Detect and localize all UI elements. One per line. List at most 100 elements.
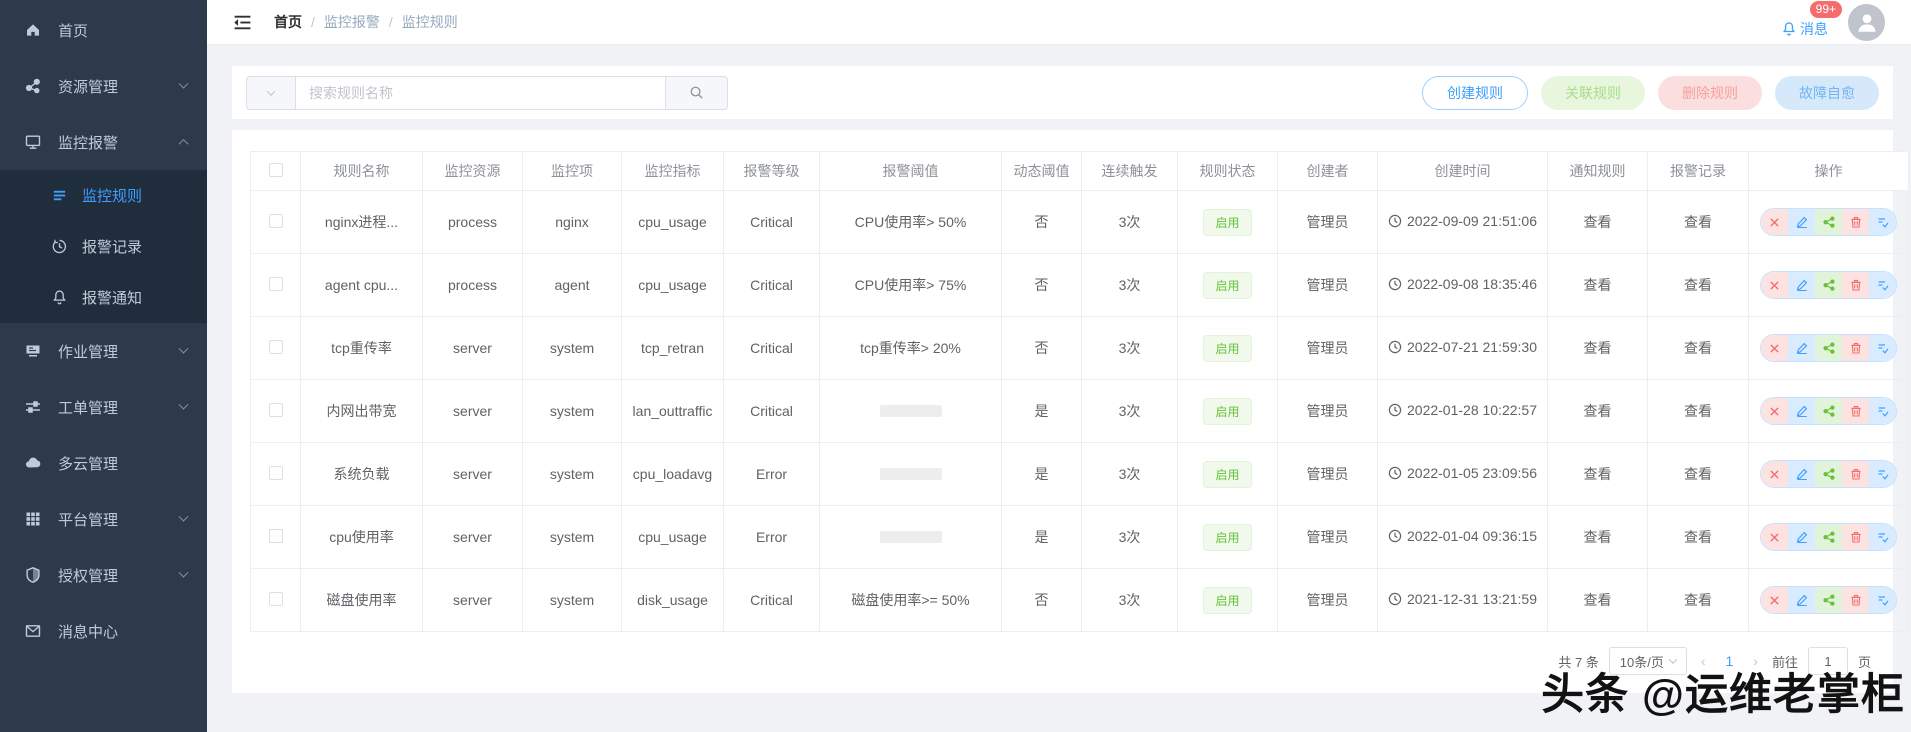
breadcrumb-monitoring[interactable]: 监控报警 bbox=[324, 12, 380, 32]
edit-rule-button[interactable] bbox=[1788, 272, 1815, 298]
delete-rule-row-button[interactable] bbox=[1842, 398, 1869, 424]
disable-rule-button[interactable] bbox=[1761, 461, 1788, 487]
share-rule-button[interactable] bbox=[1815, 398, 1842, 424]
sidebar-item-messages[interactable]: 消息中心 bbox=[0, 603, 207, 659]
notify-view-link[interactable]: 查看 bbox=[1584, 214, 1612, 230]
chevron-up-icon bbox=[178, 138, 189, 149]
share-rule-button[interactable] bbox=[1815, 209, 1842, 235]
record-view-link[interactable]: 查看 bbox=[1684, 214, 1712, 230]
sidebar-item-platform[interactable]: 平台管理 bbox=[0, 491, 207, 547]
record-view-link[interactable]: 查看 bbox=[1684, 592, 1712, 608]
row-checkbox[interactable] bbox=[268, 465, 283, 480]
notify-view-link[interactable]: 查看 bbox=[1584, 592, 1612, 608]
edit-rule-button[interactable] bbox=[1788, 335, 1815, 361]
sidebar-item-resources[interactable]: 资源管理 bbox=[0, 58, 207, 114]
disable-rule-button[interactable] bbox=[1761, 272, 1788, 298]
share-rule-button[interactable] bbox=[1815, 335, 1842, 361]
sidebar-item-alert-notify[interactable]: 报警通知 bbox=[0, 272, 207, 323]
current-page[interactable]: 1 bbox=[1720, 653, 1740, 669]
delete-rule-row-button[interactable] bbox=[1842, 461, 1869, 487]
table-header-row: 规则名称 监控资源 监控项 监控指标 报警等级 报警阈值 动态阈值 连续触发 规… bbox=[250, 151, 1909, 191]
create-rule-button[interactable]: 创建规则 bbox=[1422, 75, 1528, 110]
row-checkbox[interactable] bbox=[268, 402, 283, 417]
page-size-value: 10条/页 bbox=[1619, 654, 1664, 670]
test-rule-button[interactable] bbox=[1869, 209, 1896, 235]
level-cell: Critical bbox=[723, 379, 820, 443]
clock-icon bbox=[1388, 214, 1402, 228]
notify-view-link[interactable]: 查看 bbox=[1584, 466, 1612, 482]
test-rule-button[interactable] bbox=[1869, 335, 1896, 361]
sidebar-item-tickets[interactable]: 工单管理 bbox=[0, 379, 207, 435]
sidebar-item-multicloud[interactable]: 多云管理 bbox=[0, 435, 207, 491]
edit-rule-button[interactable] bbox=[1788, 398, 1815, 424]
share-rule-button[interactable] bbox=[1815, 524, 1842, 550]
delete-rule-row-button[interactable] bbox=[1842, 587, 1869, 613]
row-checkbox[interactable] bbox=[268, 276, 283, 291]
sidebar-item-monitoring[interactable]: 监控报警 bbox=[0, 114, 207, 170]
notify-view-link[interactable]: 查看 bbox=[1584, 403, 1612, 419]
share-rule-button[interactable] bbox=[1815, 587, 1842, 613]
disable-rule-button[interactable] bbox=[1761, 398, 1788, 424]
record-view-link[interactable]: 查看 bbox=[1684, 466, 1712, 482]
edit-rule-button[interactable] bbox=[1788, 461, 1815, 487]
delete-rule-row-button[interactable] bbox=[1842, 335, 1869, 361]
notify-view-link[interactable]: 查看 bbox=[1584, 340, 1612, 356]
rules-table: 规则名称 监控资源 监控项 监控指标 报警等级 报警阈值 动态阈值 连续触发 规… bbox=[250, 151, 1909, 632]
test-rule-button[interactable] bbox=[1869, 524, 1896, 550]
link-rule-button[interactable]: 关联规则 bbox=[1541, 75, 1645, 110]
sidebar-item-jobs[interactable]: 作业管理 bbox=[0, 323, 207, 379]
table-row: 磁盘使用率 server system disk_usage Critical … bbox=[250, 568, 1909, 632]
disable-rule-button[interactable] bbox=[1761, 587, 1788, 613]
created-time: 2022-09-08 18:35:46 bbox=[1407, 276, 1537, 292]
record-view-link[interactable]: 查看 bbox=[1684, 529, 1712, 545]
row-checkbox[interactable] bbox=[268, 213, 283, 228]
rule-name-cell: cpu使用率 bbox=[300, 505, 423, 569]
collapse-sidebar-icon[interactable] bbox=[233, 13, 252, 32]
record-view-link[interactable]: 查看 bbox=[1684, 340, 1712, 356]
disable-rule-button[interactable] bbox=[1761, 524, 1788, 550]
prev-page-button[interactable]: ‹ bbox=[1697, 653, 1710, 669]
notify-view-link[interactable]: 查看 bbox=[1584, 529, 1612, 545]
edit-rule-button[interactable] bbox=[1788, 524, 1815, 550]
notify-view-link[interactable]: 查看 bbox=[1584, 277, 1612, 293]
sidebar-item-home[interactable]: 首页 bbox=[0, 2, 207, 58]
breadcrumb-home[interactable]: 首页 bbox=[274, 12, 302, 32]
edit-rule-button[interactable] bbox=[1788, 587, 1815, 613]
ops-cell bbox=[1748, 505, 1909, 569]
delete-rule-button[interactable]: 删除规则 bbox=[1658, 75, 1762, 110]
record-view-link[interactable]: 查看 bbox=[1684, 277, 1712, 293]
delete-rule-row-button[interactable] bbox=[1842, 272, 1869, 298]
avatar[interactable] bbox=[1846, 1, 1887, 43]
search-button[interactable] bbox=[666, 75, 728, 110]
messages-link[interactable]: 99+ 消息 bbox=[1781, 1, 1842, 39]
search-field-select[interactable] bbox=[246, 75, 295, 110]
record-view-link[interactable]: 查看 bbox=[1684, 403, 1712, 419]
trash-icon bbox=[1850, 216, 1862, 228]
rules-list-icon bbox=[48, 187, 70, 205]
disable-rule-button[interactable] bbox=[1761, 209, 1788, 235]
share-rule-button[interactable] bbox=[1815, 272, 1842, 298]
test-rule-button[interactable] bbox=[1869, 461, 1896, 487]
self-heal-button[interactable]: 故障自愈 bbox=[1775, 75, 1879, 110]
share-rule-button[interactable] bbox=[1815, 461, 1842, 487]
disable-rule-button[interactable] bbox=[1761, 335, 1788, 361]
search-input[interactable] bbox=[295, 75, 666, 110]
row-checkbox[interactable] bbox=[268, 528, 283, 543]
row-checkbox[interactable] bbox=[268, 339, 283, 354]
next-page-button[interactable]: › bbox=[1749, 653, 1762, 669]
edit-rule-button[interactable] bbox=[1788, 209, 1815, 235]
delete-rule-row-button[interactable] bbox=[1842, 209, 1869, 235]
row-select-cell bbox=[250, 253, 301, 317]
test-rule-button[interactable] bbox=[1869, 272, 1896, 298]
delete-rule-row-button[interactable] bbox=[1842, 524, 1869, 550]
select-all-checkbox[interactable] bbox=[268, 162, 283, 177]
test-rule-button[interactable] bbox=[1869, 398, 1896, 424]
row-checkbox[interactable] bbox=[268, 591, 283, 606]
content: 创建规则 关联规则 删除规则 故障自愈 bbox=[207, 45, 1911, 732]
sidebar-item-monitor-rules[interactable]: 监控规则 bbox=[0, 170, 207, 221]
goto-page-input[interactable] bbox=[1807, 647, 1848, 675]
test-rule-button[interactable] bbox=[1869, 587, 1896, 613]
page-size-select[interactable]: 10条/页 bbox=[1608, 647, 1687, 675]
sidebar-item-auth[interactable]: 授权管理 bbox=[0, 547, 207, 603]
sidebar-item-alert-records[interactable]: 报警记录 bbox=[0, 221, 207, 272]
